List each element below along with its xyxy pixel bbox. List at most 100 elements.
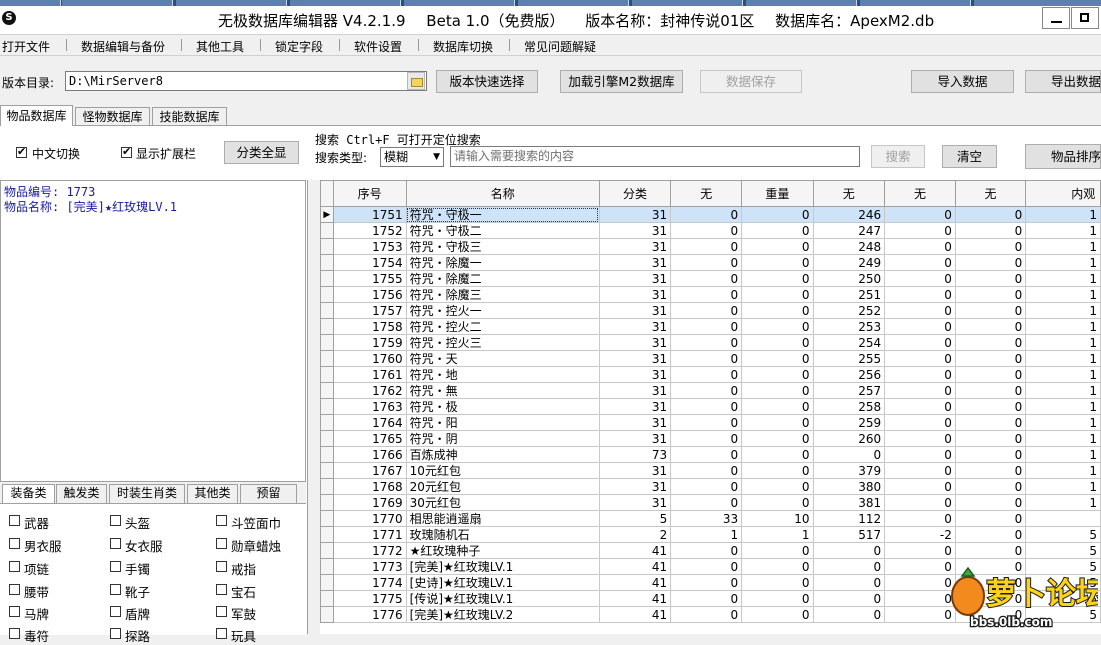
table-cell[interactable]: 0: [812, 574, 886, 591]
table-cell[interactable]: 0: [954, 206, 1027, 223]
category-checkbox[interactable]: [216, 561, 227, 572]
table-row[interactable]: 1762 符咒・無 31 0 0 257 0 0 1: [320, 382, 1101, 399]
table-cell[interactable]: 31: [598, 270, 672, 287]
table-cell[interactable]: 5: [598, 510, 672, 527]
table-cell[interactable]: 252: [812, 302, 886, 319]
table-cell[interactable]: 0: [741, 382, 814, 399]
table-cell[interactable]: 0: [812, 606, 886, 623]
table-cell[interactable]: 0: [670, 270, 743, 287]
table-cell[interactable]: 0: [741, 430, 814, 447]
table-cell[interactable]: 0: [670, 398, 743, 415]
table-cell[interactable]: 0: [670, 382, 743, 399]
table-cell[interactable]: 符咒・除魔二: [405, 270, 600, 287]
table-cell[interactable]: 0: [670, 430, 743, 447]
table-cell[interactable]: 0: [884, 286, 956, 303]
table-cell[interactable]: 380: [812, 478, 886, 495]
table-cell[interactable]: 1: [1025, 334, 1101, 351]
category-checkbox[interactable]: [216, 584, 227, 595]
save-data-button[interactable]: 数据保存: [700, 70, 802, 93]
table-row[interactable]: 1758 符咒・控火二 31 0 0 253 0 0 1: [320, 318, 1101, 335]
table-cell[interactable]: 1766: [332, 446, 407, 463]
cat-tab-reserved[interactable]: 预留: [240, 484, 297, 503]
table-cell[interactable]: 1: [1025, 414, 1101, 431]
table-cell[interactable]: 1762: [332, 382, 407, 399]
cat-tab-fashion[interactable]: 时装生肖类: [109, 484, 185, 503]
table-cell[interactable]: 250: [812, 270, 886, 287]
table-cell[interactable]: 1757: [332, 302, 407, 319]
table-cell[interactable]: 31: [598, 494, 672, 511]
row-header[interactable]: [320, 254, 334, 271]
table-cell[interactable]: 0: [812, 542, 886, 559]
table-cell[interactable]: 253: [812, 318, 886, 335]
table-cell[interactable]: 41: [598, 558, 672, 575]
table-cell[interactable]: 0: [884, 430, 956, 447]
column-header[interactable]: 序号: [332, 180, 407, 207]
table-cell[interactable]: 31: [598, 414, 672, 431]
table-cell[interactable]: 0: [741, 270, 814, 287]
table-cell[interactable]: 0: [741, 414, 814, 431]
table-cell[interactable]: 1: [670, 526, 743, 543]
table-cell[interactable]: 0: [954, 398, 1027, 415]
category-checkbox[interactable]: [110, 561, 121, 572]
table-cell[interactable]: 0: [741, 478, 814, 495]
column-header[interactable]: 内观: [1025, 180, 1101, 207]
table-cell[interactable]: 1: [1025, 446, 1101, 463]
table-cell[interactable]: 0: [670, 334, 743, 351]
table-cell[interactable]: 0: [741, 318, 814, 335]
tab-monster-db[interactable]: 怪物数据库: [75, 107, 150, 126]
table-cell[interactable]: 0: [954, 430, 1027, 447]
table-cell[interactable]: 0: [884, 494, 956, 511]
table-cell[interactable]: 1752: [332, 222, 407, 239]
table-cell[interactable]: 0: [954, 462, 1027, 479]
table-cell[interactable]: 0: [741, 558, 814, 575]
table-cell[interactable]: 0: [670, 318, 743, 335]
table-cell[interactable]: 0: [670, 302, 743, 319]
table-cell[interactable]: 符咒・除魔一: [405, 254, 600, 271]
search-button[interactable]: 搜索: [871, 145, 925, 168]
table-cell[interactable]: 112: [812, 510, 886, 527]
table-cell[interactable]: 258: [812, 398, 886, 415]
cat-tab-other[interactable]: 其他类: [187, 484, 238, 503]
table-cell[interactable]: 0: [670, 414, 743, 431]
table-row[interactable]: 1765 符咒・阴 31 0 0 260 0 0 1: [320, 430, 1101, 447]
table-cell[interactable]: 1: [1025, 382, 1101, 399]
row-header[interactable]: [320, 238, 334, 255]
table-cell[interactable]: 517: [812, 526, 886, 543]
table-cell[interactable]: 0: [954, 254, 1027, 271]
table-cell[interactable]: 1772: [332, 542, 407, 559]
table-cell[interactable]: 0: [884, 462, 956, 479]
table-row[interactable]: 1761 符咒・地 31 0 0 256 0 0 1: [320, 366, 1101, 383]
table-cell[interactable]: 1: [1025, 398, 1101, 415]
table-cell[interactable]: 379: [812, 462, 886, 479]
table-cell[interactable]: 1758: [332, 318, 407, 335]
table-cell[interactable]: 0: [884, 302, 956, 319]
table-cell[interactable]: 31: [598, 302, 672, 319]
table-cell[interactable]: 248: [812, 238, 886, 255]
table-cell[interactable]: [史诗]★红玫瑰LV.1: [405, 574, 600, 591]
table-cell[interactable]: 0: [884, 542, 956, 559]
table-cell[interactable]: 0: [884, 382, 956, 399]
table-row[interactable]: 1763 符咒・极 31 0 0 258 0 0 1: [320, 398, 1101, 415]
table-cell[interactable]: 1751: [332, 206, 407, 223]
table-cell[interactable]: 1754: [332, 254, 407, 271]
cat-tab-equipment[interactable]: 装备类: [2, 484, 55, 503]
table-cell[interactable]: 0: [884, 270, 956, 287]
table-row[interactable]: 1766 百炼成神 73 0 0 0 0 0 1: [320, 446, 1101, 463]
table-cell[interactable]: 255: [812, 350, 886, 367]
table-cell[interactable]: 0: [954, 382, 1027, 399]
category-checkbox[interactable]: [216, 538, 227, 549]
table-cell[interactable]: 1773: [332, 558, 407, 575]
table-cell[interactable]: 0: [670, 542, 743, 559]
table-row[interactable]: 1752 符咒・守极二 31 0 0 247 0 0 1: [320, 222, 1101, 239]
table-cell[interactable]: 0: [954, 494, 1027, 511]
category-checkbox[interactable]: [110, 606, 121, 617]
table-cell[interactable]: 247: [812, 222, 886, 239]
table-cell[interactable]: 0: [954, 366, 1027, 383]
table-cell[interactable]: 0: [884, 334, 956, 351]
category-checkbox[interactable]: [216, 515, 227, 526]
table-cell[interactable]: 0: [954, 350, 1027, 367]
row-header[interactable]: [320, 478, 334, 495]
table-row[interactable]: 1757 符咒・控火一 31 0 0 252 0 0 1: [320, 302, 1101, 319]
table-cell[interactable]: 0: [884, 318, 956, 335]
table-row[interactable]: 1756 符咒・除魔三 31 0 0 251 0 0 1: [320, 286, 1101, 303]
